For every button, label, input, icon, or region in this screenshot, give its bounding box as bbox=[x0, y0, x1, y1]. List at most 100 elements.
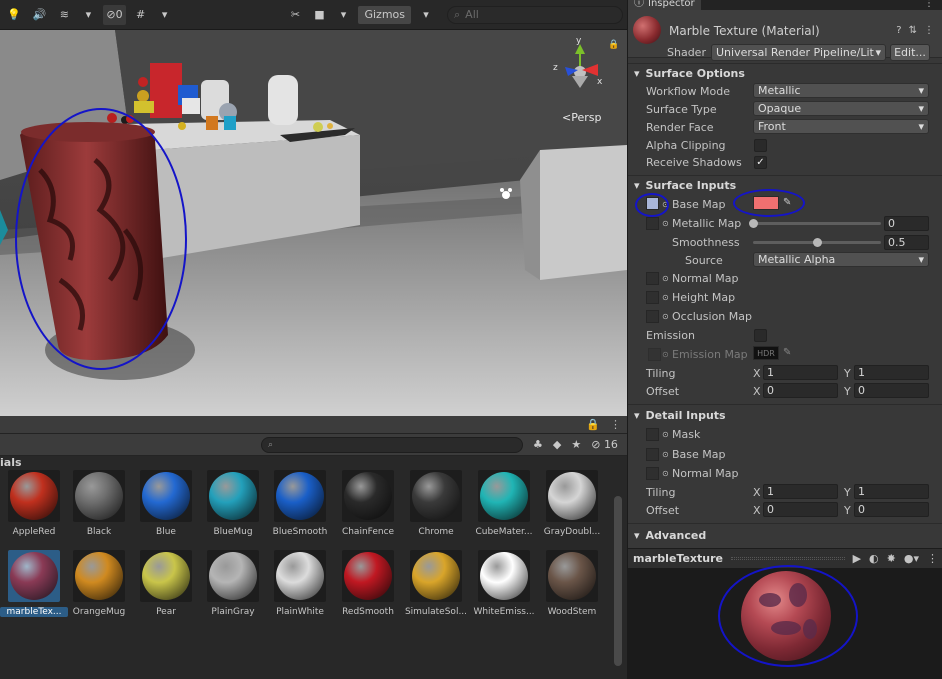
lighting-toggle-icon[interactable]: 💡 bbox=[4, 5, 24, 25]
gizmos-button[interactable]: Gizmos bbox=[358, 5, 411, 24]
metallic-map-texture-slot[interactable] bbox=[646, 217, 659, 230]
tiling-x-field[interactable]: 1 bbox=[763, 365, 838, 380]
eyedropper-icon[interactable]: ✎ bbox=[783, 197, 791, 208]
perspective-label[interactable]: <Persp bbox=[562, 111, 601, 124]
height-map-texture-slot[interactable] bbox=[646, 291, 659, 304]
base-map-color-swatch[interactable] bbox=[753, 196, 779, 210]
grid-dropdown-icon[interactable]: ▾ bbox=[156, 5, 174, 25]
workflow-mode-dropdown[interactable]: Metallic ▾ bbox=[753, 83, 929, 98]
smoothness-field[interactable]: 0.5 bbox=[884, 235, 929, 250]
effects-toggle-icon[interactable]: ≋ bbox=[55, 5, 73, 25]
asset-item[interactable]: RedSmooth bbox=[334, 550, 402, 628]
filter-by-label-icon[interactable]: ◆ bbox=[553, 438, 561, 451]
offset-y-field[interactable]: 0 bbox=[854, 383, 929, 398]
panel-menu-icon[interactable]: ⋮ bbox=[924, 0, 942, 9]
asset-item[interactable]: BlueSmooth bbox=[266, 470, 334, 548]
detail-mask-texture-slot[interactable] bbox=[646, 428, 659, 441]
surface-options-foldout[interactable]: ▾ Surface Options bbox=[634, 67, 745, 80]
object-picker-icon[interactable]: ⊙ bbox=[662, 450, 669, 459]
preset-icon[interactable]: ⇅ bbox=[909, 25, 917, 36]
gizmos-dropdown-icon[interactable]: ▾ bbox=[417, 5, 435, 25]
tab-inspector[interactable]: ⓘ Inspector bbox=[628, 0, 701, 10]
detail-offset-x-field[interactable]: 0 bbox=[763, 502, 838, 517]
surface-type-dropdown[interactable]: Opaque ▾ bbox=[753, 101, 929, 116]
asset-item[interactable]: PlainGray bbox=[199, 550, 267, 628]
asset-item[interactable]: marbleTex... bbox=[0, 550, 68, 628]
detail-inputs-foldout[interactable]: ▾ Detail Inputs bbox=[634, 409, 726, 422]
render-face-dropdown[interactable]: Front ▾ bbox=[753, 119, 929, 134]
metallic-field[interactable]: 0 bbox=[884, 216, 929, 231]
folder-breadcrumb[interactable]: ials bbox=[0, 456, 22, 469]
detail-offset-y-field[interactable]: 0 bbox=[854, 502, 929, 517]
edit-shader-button[interactable]: Edit... bbox=[890, 44, 930, 61]
scene-render[interactable]: z x y bbox=[0, 30, 627, 416]
audio-toggle-icon[interactable]: 🔊 bbox=[30, 5, 50, 25]
project-scrollbar[interactable] bbox=[614, 496, 622, 666]
camera-dropdown-icon[interactable]: ▾ bbox=[334, 5, 352, 25]
panel-menu-icon[interactable]: ⋮ bbox=[610, 418, 621, 431]
object-picker-icon[interactable]: ⊙ bbox=[662, 293, 669, 302]
hidden-objects-toggle[interactable]: ⊘ 0 bbox=[103, 4, 126, 25]
occlusion-map-texture-slot[interactable] bbox=[646, 310, 659, 323]
camera-icon[interactable]: ■ bbox=[310, 5, 328, 25]
preview-header[interactable]: marbleTexture ▶ ◐ ✸ ●▾ ⋮ bbox=[628, 548, 942, 568]
panel-menu-icon[interactable]: ⋮ bbox=[927, 552, 938, 565]
asset-item[interactable]: PlainWhite bbox=[266, 550, 334, 628]
detail-tiling-x-field[interactable]: 1 bbox=[763, 484, 838, 499]
asset-item[interactable]: OrangeMug bbox=[65, 550, 133, 628]
scene-search[interactable]: ⌕ bbox=[447, 5, 623, 24]
object-picker-icon[interactable]: ⊙ bbox=[662, 430, 669, 439]
asset-item[interactable]: WoodStem bbox=[538, 550, 606, 628]
filter-by-type-icon[interactable]: ♣ bbox=[533, 438, 543, 451]
asset-item[interactable]: WhiteEmiss... bbox=[470, 550, 538, 628]
scene-view[interactable]: 💡 🔊 ≋ ▾ ⊘ 0 # ▾ ✂ ■ ▾ Gizmos ▾ ⌕ All z x… bbox=[0, 0, 627, 416]
play-icon[interactable]: ▶ bbox=[853, 552, 861, 565]
detail-tiling-y-field[interactable]: 1 bbox=[854, 484, 929, 499]
metallic-slider[interactable] bbox=[749, 219, 881, 228]
asset-item[interactable]: SimulateSol... bbox=[402, 550, 470, 628]
metallic-slider-knob[interactable] bbox=[749, 219, 758, 228]
object-picker-icon[interactable]: ⊙ bbox=[662, 274, 669, 283]
base-map-texture-slot[interactable] bbox=[646, 197, 659, 210]
asset-item[interactable]: GrayDoubl... bbox=[538, 470, 606, 548]
hidden-packages-toggle[interactable]: ⊘ 16 bbox=[591, 438, 618, 451]
asset-item[interactable]: Pear bbox=[132, 550, 200, 628]
grid-toggle-icon[interactable]: # bbox=[132, 5, 150, 25]
advanced-foldout[interactable]: ▾ Advanced bbox=[634, 529, 706, 542]
detail-normal-map-texture-slot[interactable] bbox=[646, 467, 659, 480]
lock-icon[interactable]: 🔒 bbox=[608, 40, 619, 50]
asset-search[interactable]: ⌕ bbox=[261, 436, 523, 453]
tools-icon[interactable]: ✂ bbox=[286, 5, 304, 25]
object-picker-icon[interactable]: ⊙ bbox=[662, 469, 669, 478]
preview-drag-handle[interactable] bbox=[731, 557, 845, 560]
asset-item[interactable]: Chrome bbox=[402, 470, 470, 548]
help-icon[interactable]: ? bbox=[896, 25, 901, 36]
asset-search-input[interactable] bbox=[273, 437, 504, 452]
smoothness-slider[interactable] bbox=[753, 238, 881, 247]
object-picker-icon[interactable]: ⊙ bbox=[662, 312, 669, 321]
offset-x-field[interactable]: 0 bbox=[763, 383, 838, 398]
asset-item[interactable]: BlueMug bbox=[199, 470, 267, 548]
object-picker-icon[interactable]: ⊙ bbox=[662, 200, 669, 209]
effects-dropdown-icon[interactable]: ▾ bbox=[79, 5, 97, 25]
asset-item[interactable]: ChainFence bbox=[334, 470, 402, 548]
alpha-clipping-checkbox[interactable] bbox=[754, 139, 767, 152]
surface-inputs-foldout[interactable]: ▾ Surface Inputs bbox=[634, 179, 736, 192]
smoothness-slider-knob[interactable] bbox=[813, 238, 822, 247]
normal-map-texture-slot[interactable] bbox=[646, 272, 659, 285]
asset-item[interactable]: Blue bbox=[132, 470, 200, 548]
object-picker-icon[interactable]: ⊙ bbox=[662, 219, 669, 228]
asset-item[interactable]: CubeMater... bbox=[470, 470, 538, 548]
asset-item[interactable]: Black bbox=[65, 470, 133, 548]
source-dropdown[interactable]: Metallic Alpha ▾ bbox=[753, 252, 929, 267]
preview-mesh-icon[interactable]: ◐ bbox=[869, 552, 879, 565]
detail-base-map-texture-slot[interactable] bbox=[646, 448, 659, 461]
receive-shadows-checkbox[interactable]: ✓ bbox=[754, 156, 767, 169]
favorite-star-icon[interactable]: ★ bbox=[571, 438, 581, 451]
preview-sphere-icon[interactable]: ●▾ bbox=[904, 552, 919, 565]
asset-item[interactable]: AppleRed bbox=[0, 470, 68, 548]
material-preview[interactable] bbox=[628, 568, 942, 679]
emission-checkbox[interactable] bbox=[754, 329, 767, 342]
context-menu-icon[interactable]: ⋮ bbox=[924, 25, 934, 36]
preview-light-icon[interactable]: ✸ bbox=[887, 552, 896, 565]
